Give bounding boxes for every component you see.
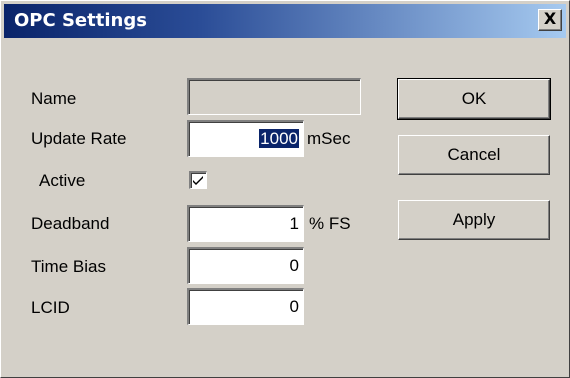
window-title: OPC Settings <box>14 10 147 31</box>
name-label: Name <box>31 89 77 108</box>
update-rate-field[interactable]: 1000 <box>187 120 304 157</box>
close-icon: X <box>543 9 557 28</box>
checkmark-icon <box>193 176 203 185</box>
active-label: Active <box>39 171 86 190</box>
lcid-field[interactable]: 0 <box>187 288 304 325</box>
name-field[interactable] <box>187 78 361 115</box>
update-rate-value: 1000 <box>259 129 299 148</box>
time-bias-label: Time Bias <box>31 257 106 276</box>
cancel-button[interactable]: Cancel <box>398 135 550 175</box>
time-bias-field[interactable]: 0 <box>187 247 304 284</box>
deadband-field[interactable]: 1 <box>187 205 304 242</box>
deadband-label: Deadband <box>31 214 110 233</box>
update-rate-unit: mSec <box>307 129 351 148</box>
update-rate-label: Update Rate <box>31 129 127 148</box>
deadband-unit: % FS <box>309 214 351 233</box>
opc-settings-dialog: OPC Settings X Name Update Rate 1000 mSe… <box>0 0 570 378</box>
active-checkbox[interactable] <box>189 171 207 189</box>
ok-button[interactable]: OK <box>397 78 551 120</box>
lcid-label: LCID <box>31 298 70 317</box>
apply-button[interactable]: Apply <box>398 200 550 240</box>
title-bar[interactable]: OPC Settings X <box>4 4 566 38</box>
close-button[interactable]: X <box>538 9 562 31</box>
